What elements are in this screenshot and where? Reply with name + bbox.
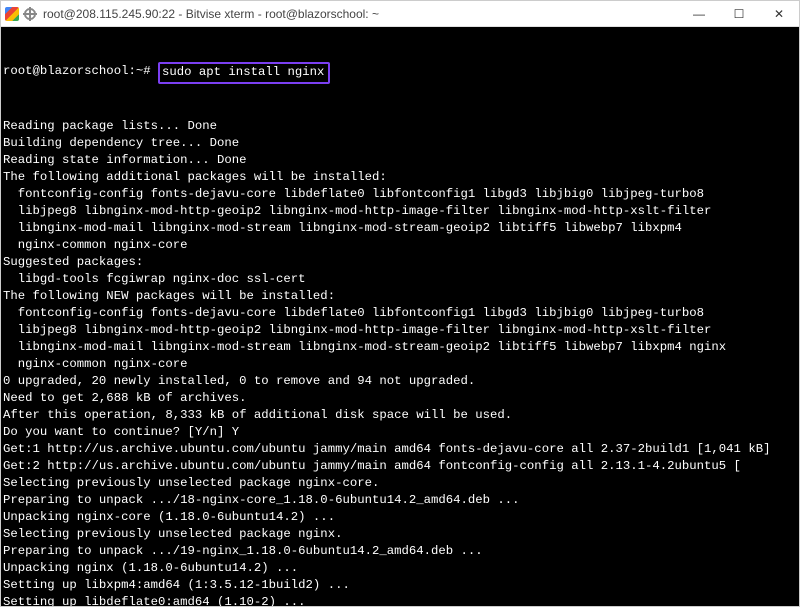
window-title: root@208.115.245.90:22 - Bitvise xterm -… xyxy=(43,7,679,21)
shell-prompt: root@blazorschool:~# xyxy=(3,63,158,80)
prompt-user-host: root@blazorschool xyxy=(3,64,128,78)
app-icon xyxy=(5,7,19,21)
maximize-button[interactable]: ☐ xyxy=(719,1,759,27)
minimize-button[interactable]: — xyxy=(679,1,719,27)
app-window: root@208.115.245.90:22 - Bitvise xterm -… xyxy=(0,0,800,607)
close-button[interactable]: ✕ xyxy=(759,1,799,27)
prompt-line: root@blazorschool:~# sudo apt install ng… xyxy=(3,63,797,84)
titlebar[interactable]: root@208.115.245.90:22 - Bitvise xterm -… xyxy=(1,1,799,27)
settings-icon xyxy=(23,7,37,21)
highlighted-command: sudo apt install nginx xyxy=(158,62,330,84)
terminal-output: Reading package lists... Done Building d… xyxy=(3,118,797,606)
terminal-pane[interactable]: root@blazorschool:~# sudo apt install ng… xyxy=(1,27,799,606)
prompt-symbol: # xyxy=(143,64,150,78)
